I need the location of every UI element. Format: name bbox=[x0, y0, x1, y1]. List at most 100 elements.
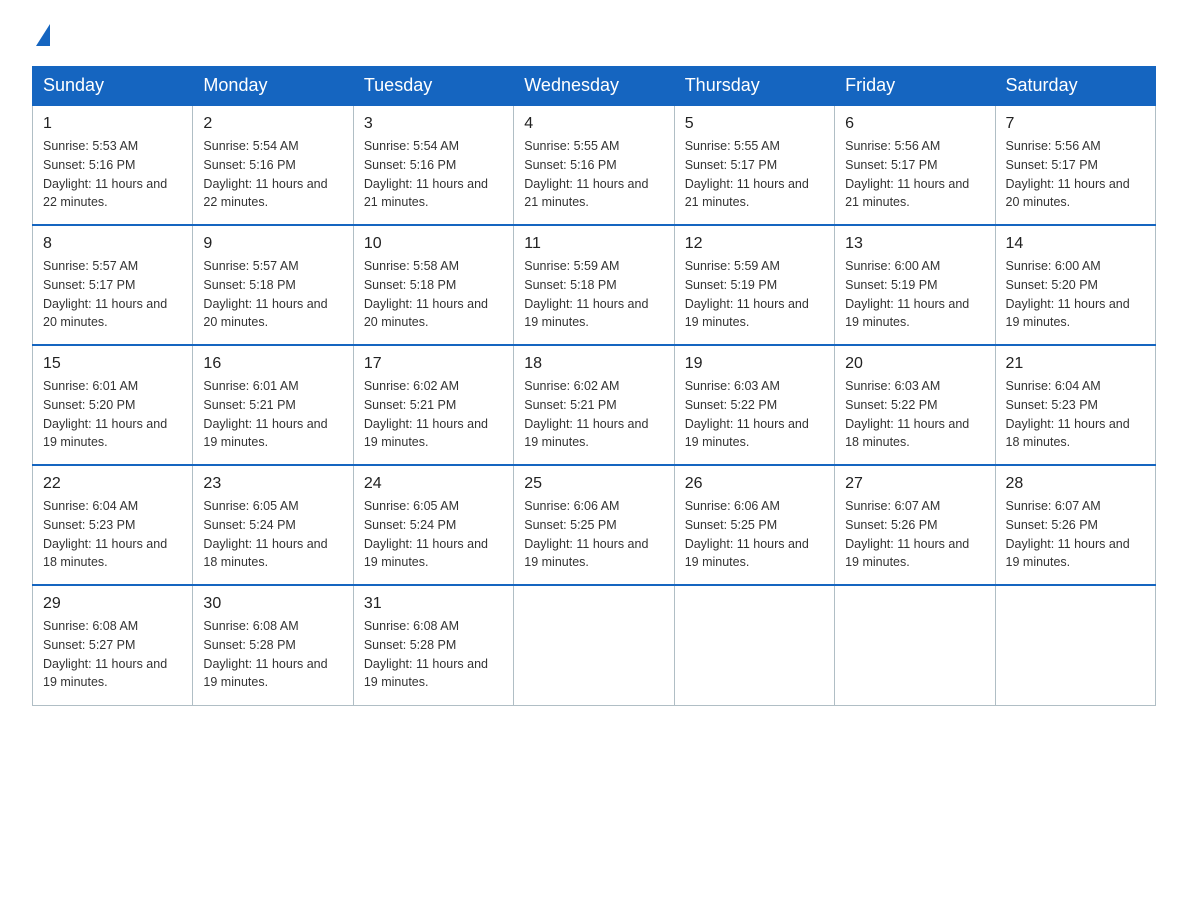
calendar-cell bbox=[835, 585, 995, 705]
day-number: 25 bbox=[524, 472, 663, 495]
calendar-cell: 18Sunrise: 6:02 AMSunset: 5:21 PMDayligh… bbox=[514, 345, 674, 465]
calendar-table: SundayMondayTuesdayWednesdayThursdayFrid… bbox=[32, 66, 1156, 706]
day-number: 15 bbox=[43, 352, 182, 375]
day-number: 4 bbox=[524, 112, 663, 135]
day-info: Sunrise: 5:53 AMSunset: 5:16 PMDaylight:… bbox=[43, 137, 182, 212]
day-info: Sunrise: 6:01 AMSunset: 5:21 PMDaylight:… bbox=[203, 377, 342, 452]
day-number: 3 bbox=[364, 112, 503, 135]
day-info: Sunrise: 5:59 AMSunset: 5:19 PMDaylight:… bbox=[685, 257, 824, 332]
calendar-cell: 17Sunrise: 6:02 AMSunset: 5:21 PMDayligh… bbox=[353, 345, 513, 465]
calendar-cell: 8Sunrise: 5:57 AMSunset: 5:17 PMDaylight… bbox=[33, 225, 193, 345]
day-number: 5 bbox=[685, 112, 824, 135]
day-info: Sunrise: 6:01 AMSunset: 5:20 PMDaylight:… bbox=[43, 377, 182, 452]
calendar-cell: 28Sunrise: 6:07 AMSunset: 5:26 PMDayligh… bbox=[995, 465, 1155, 585]
day-info: Sunrise: 6:08 AMSunset: 5:28 PMDaylight:… bbox=[364, 617, 503, 692]
day-info: Sunrise: 5:57 AMSunset: 5:17 PMDaylight:… bbox=[43, 257, 182, 332]
day-info: Sunrise: 6:05 AMSunset: 5:24 PMDaylight:… bbox=[203, 497, 342, 572]
day-number: 12 bbox=[685, 232, 824, 255]
day-number: 31 bbox=[364, 592, 503, 615]
day-info: Sunrise: 6:02 AMSunset: 5:21 PMDaylight:… bbox=[364, 377, 503, 452]
calendar-cell: 27Sunrise: 6:07 AMSunset: 5:26 PMDayligh… bbox=[835, 465, 995, 585]
day-info: Sunrise: 6:00 AMSunset: 5:20 PMDaylight:… bbox=[1006, 257, 1145, 332]
calendar-header-saturday: Saturday bbox=[995, 67, 1155, 106]
day-info: Sunrise: 6:03 AMSunset: 5:22 PMDaylight:… bbox=[845, 377, 984, 452]
calendar-cell: 14Sunrise: 6:00 AMSunset: 5:20 PMDayligh… bbox=[995, 225, 1155, 345]
day-info: Sunrise: 5:55 AMSunset: 5:17 PMDaylight:… bbox=[685, 137, 824, 212]
calendar-cell: 26Sunrise: 6:06 AMSunset: 5:25 PMDayligh… bbox=[674, 465, 834, 585]
day-info: Sunrise: 5:54 AMSunset: 5:16 PMDaylight:… bbox=[364, 137, 503, 212]
day-info: Sunrise: 6:05 AMSunset: 5:24 PMDaylight:… bbox=[364, 497, 503, 572]
calendar-cell: 21Sunrise: 6:04 AMSunset: 5:23 PMDayligh… bbox=[995, 345, 1155, 465]
day-number: 11 bbox=[524, 232, 663, 255]
calendar-week-row: 8Sunrise: 5:57 AMSunset: 5:17 PMDaylight… bbox=[33, 225, 1156, 345]
logo bbox=[32, 24, 50, 48]
calendar-cell: 24Sunrise: 6:05 AMSunset: 5:24 PMDayligh… bbox=[353, 465, 513, 585]
calendar-cell: 30Sunrise: 6:08 AMSunset: 5:28 PMDayligh… bbox=[193, 585, 353, 705]
calendar-cell: 25Sunrise: 6:06 AMSunset: 5:25 PMDayligh… bbox=[514, 465, 674, 585]
calendar-header-row: SundayMondayTuesdayWednesdayThursdayFrid… bbox=[33, 67, 1156, 106]
day-info: Sunrise: 6:07 AMSunset: 5:26 PMDaylight:… bbox=[1006, 497, 1145, 572]
day-number: 17 bbox=[364, 352, 503, 375]
calendar-cell: 2Sunrise: 5:54 AMSunset: 5:16 PMDaylight… bbox=[193, 105, 353, 225]
day-info: Sunrise: 6:04 AMSunset: 5:23 PMDaylight:… bbox=[1006, 377, 1145, 452]
calendar-week-row: 15Sunrise: 6:01 AMSunset: 5:20 PMDayligh… bbox=[33, 345, 1156, 465]
day-info: Sunrise: 5:54 AMSunset: 5:16 PMDaylight:… bbox=[203, 137, 342, 212]
calendar-cell: 16Sunrise: 6:01 AMSunset: 5:21 PMDayligh… bbox=[193, 345, 353, 465]
day-info: Sunrise: 6:08 AMSunset: 5:28 PMDaylight:… bbox=[203, 617, 342, 692]
calendar-cell: 6Sunrise: 5:56 AMSunset: 5:17 PMDaylight… bbox=[835, 105, 995, 225]
day-number: 9 bbox=[203, 232, 342, 255]
day-info: Sunrise: 5:56 AMSunset: 5:17 PMDaylight:… bbox=[845, 137, 984, 212]
day-number: 2 bbox=[203, 112, 342, 135]
day-number: 21 bbox=[1006, 352, 1145, 375]
day-number: 14 bbox=[1006, 232, 1145, 255]
day-number: 23 bbox=[203, 472, 342, 495]
calendar-header-monday: Monday bbox=[193, 67, 353, 106]
calendar-header-friday: Friday bbox=[835, 67, 995, 106]
day-info: Sunrise: 5:55 AMSunset: 5:16 PMDaylight:… bbox=[524, 137, 663, 212]
day-number: 30 bbox=[203, 592, 342, 615]
day-info: Sunrise: 5:56 AMSunset: 5:17 PMDaylight:… bbox=[1006, 137, 1145, 212]
day-info: Sunrise: 5:59 AMSunset: 5:18 PMDaylight:… bbox=[524, 257, 663, 332]
calendar-cell: 20Sunrise: 6:03 AMSunset: 5:22 PMDayligh… bbox=[835, 345, 995, 465]
calendar-header-thursday: Thursday bbox=[674, 67, 834, 106]
calendar-header-wednesday: Wednesday bbox=[514, 67, 674, 106]
day-number: 7 bbox=[1006, 112, 1145, 135]
calendar-cell bbox=[674, 585, 834, 705]
day-info: Sunrise: 6:04 AMSunset: 5:23 PMDaylight:… bbox=[43, 497, 182, 572]
calendar-cell: 10Sunrise: 5:58 AMSunset: 5:18 PMDayligh… bbox=[353, 225, 513, 345]
page-header bbox=[32, 24, 1156, 48]
calendar-cell: 3Sunrise: 5:54 AMSunset: 5:16 PMDaylight… bbox=[353, 105, 513, 225]
day-info: Sunrise: 5:58 AMSunset: 5:18 PMDaylight:… bbox=[364, 257, 503, 332]
day-info: Sunrise: 6:03 AMSunset: 5:22 PMDaylight:… bbox=[685, 377, 824, 452]
logo-triangle-icon bbox=[36, 24, 50, 46]
day-number: 18 bbox=[524, 352, 663, 375]
calendar-cell: 19Sunrise: 6:03 AMSunset: 5:22 PMDayligh… bbox=[674, 345, 834, 465]
day-number: 1 bbox=[43, 112, 182, 135]
day-info: Sunrise: 5:57 AMSunset: 5:18 PMDaylight:… bbox=[203, 257, 342, 332]
day-number: 20 bbox=[845, 352, 984, 375]
day-number: 8 bbox=[43, 232, 182, 255]
calendar-cell: 29Sunrise: 6:08 AMSunset: 5:27 PMDayligh… bbox=[33, 585, 193, 705]
day-number: 19 bbox=[685, 352, 824, 375]
day-number: 29 bbox=[43, 592, 182, 615]
calendar-cell: 12Sunrise: 5:59 AMSunset: 5:19 PMDayligh… bbox=[674, 225, 834, 345]
calendar-cell: 31Sunrise: 6:08 AMSunset: 5:28 PMDayligh… bbox=[353, 585, 513, 705]
day-number: 24 bbox=[364, 472, 503, 495]
calendar-cell: 11Sunrise: 5:59 AMSunset: 5:18 PMDayligh… bbox=[514, 225, 674, 345]
day-number: 28 bbox=[1006, 472, 1145, 495]
day-number: 26 bbox=[685, 472, 824, 495]
calendar-cell: 15Sunrise: 6:01 AMSunset: 5:20 PMDayligh… bbox=[33, 345, 193, 465]
day-info: Sunrise: 6:02 AMSunset: 5:21 PMDaylight:… bbox=[524, 377, 663, 452]
day-number: 22 bbox=[43, 472, 182, 495]
calendar-cell: 5Sunrise: 5:55 AMSunset: 5:17 PMDaylight… bbox=[674, 105, 834, 225]
calendar-cell: 9Sunrise: 5:57 AMSunset: 5:18 PMDaylight… bbox=[193, 225, 353, 345]
calendar-cell: 22Sunrise: 6:04 AMSunset: 5:23 PMDayligh… bbox=[33, 465, 193, 585]
calendar-cell: 1Sunrise: 5:53 AMSunset: 5:16 PMDaylight… bbox=[33, 105, 193, 225]
calendar-cell: 13Sunrise: 6:00 AMSunset: 5:19 PMDayligh… bbox=[835, 225, 995, 345]
day-info: Sunrise: 6:06 AMSunset: 5:25 PMDaylight:… bbox=[524, 497, 663, 572]
calendar-cell: 7Sunrise: 5:56 AMSunset: 5:17 PMDaylight… bbox=[995, 105, 1155, 225]
calendar-cell bbox=[514, 585, 674, 705]
calendar-cell bbox=[995, 585, 1155, 705]
day-number: 27 bbox=[845, 472, 984, 495]
day-info: Sunrise: 6:08 AMSunset: 5:27 PMDaylight:… bbox=[43, 617, 182, 692]
